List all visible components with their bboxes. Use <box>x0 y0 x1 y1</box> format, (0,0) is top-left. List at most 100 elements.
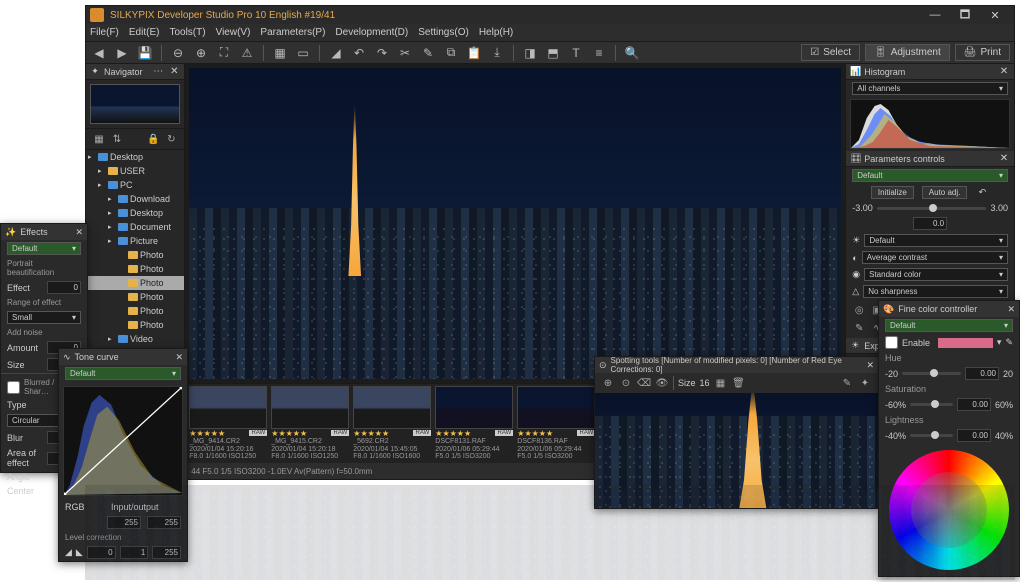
rotate-right-icon[interactable]: ↷ <box>373 45 391 61</box>
spot-move-icon[interactable]: ⊙ <box>619 376 633 390</box>
clip-icon[interactable]: ⬒ <box>544 45 562 61</box>
spotting-preview[interactable] <box>595 393 878 508</box>
spot-copy-icon[interactable]: ⊕ <box>601 376 615 390</box>
thumbnail[interactable]: ★★★★★RAW_5692.CR22020/01/04 15:45:05F8.0… <box>353 386 431 461</box>
sharp-dropdown[interactable]: No sharpness▾ <box>863 285 1008 298</box>
tree-item[interactable]: ▸PC <box>86 178 184 192</box>
paste-icon[interactable]: 📋 <box>465 45 483 61</box>
color-dropdown[interactable]: Standard color▾ <box>864 268 1008 281</box>
hue-slider[interactable] <box>902 372 961 375</box>
thumbnail[interactable]: ★★★★★RAWDSCF8136.RAF2020/01/06 05:29:44F… <box>517 386 595 461</box>
tree-item[interactable]: Photo <box>86 304 184 318</box>
spot-erase-icon[interactable]: ⌫ <box>637 376 651 390</box>
menu-view[interactable]: View(V) <box>216 27 251 38</box>
panel-close-icon[interactable]: ✕ <box>998 66 1010 77</box>
text-icon[interactable]: T <box>567 45 585 61</box>
refresh-icon[interactable]: ↻ <box>164 132 178 146</box>
zoom-out-icon[interactable]: ⊖ <box>169 45 187 61</box>
tree-item[interactable]: ▸USER <box>86 164 184 178</box>
tree-item[interactable]: Photo <box>86 248 184 262</box>
maximize-button[interactable]: 🗖 <box>950 6 980 25</box>
tree-item[interactable]: ▸Download <box>86 192 184 206</box>
search-icon[interactable]: 🔍 <box>623 45 641 61</box>
thumb-size-icon[interactable]: ▦ <box>92 132 106 146</box>
range-dropdown[interactable]: Small▾ <box>7 311 81 324</box>
exposure-slider[interactable] <box>877 207 987 210</box>
thumbnail[interactable]: ★★★★★RAWDSCF8131.RAF2020/01/06 05:29:44F… <box>435 386 513 461</box>
blur-checkbox[interactable] <box>7 381 20 394</box>
close-button[interactable]: ✕ <box>980 9 1010 22</box>
compare-icon[interactable]: ◨ <box>521 45 539 61</box>
panel-close-icon[interactable]: ✕ <box>168 66 180 77</box>
chevron-down-icon[interactable]: ▾ <box>997 337 1002 348</box>
thumbnail[interactable]: ★★★★★RAW_MG_9415.CR22020/01/04 15:20:18F… <box>271 386 349 461</box>
histogram-icon[interactable]: ◢ <box>327 45 345 61</box>
tree-item[interactable]: ▸Desktop <box>86 150 184 164</box>
sat-slider[interactable] <box>910 403 953 406</box>
tree-item[interactable]: Photo <box>86 318 184 332</box>
tree-item[interactable]: ▸Video <box>86 332 184 346</box>
effects-preset[interactable]: Default▾ <box>7 242 81 255</box>
rotate-left-icon[interactable]: ↶ <box>350 45 368 61</box>
initialize-button[interactable]: Initialize <box>871 186 914 199</box>
exposure-value[interactable]: 0.0 <box>913 217 947 230</box>
warning-icon[interactable]: ⚠ <box>238 45 256 61</box>
panel-close-icon[interactable]: ✕ <box>998 153 1010 164</box>
tree-item[interactable]: Photo <box>86 276 184 290</box>
fc-enable-checkbox[interactable] <box>885 336 898 349</box>
nr-icon[interactable]: ◎ <box>852 303 866 317</box>
spot-brush-icon[interactable]: ✎ <box>840 376 854 390</box>
menu-tools[interactable]: Tools(T) <box>169 27 205 38</box>
thumbnail[interactable]: ★★★★★RAW_MG_9414.CR22020/01/04 15:20:16F… <box>189 386 267 461</box>
mode-select[interactable]: ☑Select <box>801 44 860 61</box>
level-picker-icon[interactable]: ◢ <box>65 547 72 558</box>
mode-adjustment[interactable]: 🎚Adjustment <box>865 44 950 61</box>
tree-item[interactable]: Photo <box>86 262 184 276</box>
contrast-dropdown[interactable]: Average contrast▾ <box>862 251 1008 264</box>
light-slider[interactable] <box>910 434 953 437</box>
sort-icon[interactable]: ⇅ <box>110 132 124 146</box>
menu-parameters[interactable]: Parameters(P) <box>260 27 325 38</box>
tool-icon[interactable]: ✎ <box>419 45 437 61</box>
spot-wand-icon[interactable]: ✦ <box>858 376 872 390</box>
preset-dropdown[interactable]: Default▾ <box>852 169 1008 182</box>
tc-preset[interactable]: Default▾ <box>65 367 181 380</box>
image-viewport[interactable] <box>189 68 841 379</box>
fc-color-swatch[interactable] <box>938 338 993 348</box>
copy-icon[interactable]: ⧉ <box>442 45 460 61</box>
brush-icon[interactable]: ✎ <box>852 321 866 335</box>
tree-item[interactable]: ▸Document <box>86 220 184 234</box>
lock-icon[interactable]: 🔒 <box>146 132 160 146</box>
export-icon[interactable]: ⤓ <box>488 45 506 61</box>
tree-item[interactable]: ▸Desktop <box>86 206 184 220</box>
spot-trash-icon[interactable]: 🗑 <box>732 376 746 390</box>
tonecurve-graph[interactable] <box>63 386 183 496</box>
menu-help[interactable]: Help(H) <box>479 27 513 38</box>
channel-dropdown[interactable]: All channels▾ <box>852 82 1008 95</box>
menu-edit[interactable]: Edit(E) <box>129 27 160 38</box>
menu-settings[interactable]: Settings(O) <box>418 27 469 38</box>
color-wheel[interactable] <box>889 450 1009 570</box>
minimize-button[interactable]: — <box>920 9 950 21</box>
spot-grid-icon[interactable]: ▦ <box>714 376 728 390</box>
crop-icon[interactable]: ✂ <box>396 45 414 61</box>
level-picker2-icon[interactable]: ◣ <box>76 547 83 558</box>
layout-icon[interactable]: ▭ <box>294 45 312 61</box>
menu-file[interactable]: File(F) <box>90 27 119 38</box>
navigator-thumbnail[interactable] <box>90 84 180 124</box>
spot-redeye-icon[interactable]: 👁 <box>655 376 669 390</box>
zoom-in-icon[interactable]: ⊕ <box>192 45 210 61</box>
undo-icon[interactable]: ↶ <box>975 187 989 198</box>
fc-preset[interactable]: Default▾ <box>885 319 1013 332</box>
eyedropper-icon[interactable]: ✎ <box>1005 337 1013 348</box>
tree-item[interactable]: ▸Picture <box>86 234 184 248</box>
mode-print[interactable]: 🖨Print <box>955 44 1010 61</box>
back-icon[interactable]: ◀ <box>90 45 108 61</box>
align-icon[interactable]: ≡ <box>590 45 608 61</box>
menu-development[interactable]: Development(D) <box>335 27 408 38</box>
zoom-fit-icon[interactable]: ⛶ <box>215 45 233 61</box>
grid-icon[interactable]: ▦ <box>271 45 289 61</box>
save-icon[interactable]: 💾 <box>136 45 154 61</box>
wb-dropdown[interactable]: Default▾ <box>864 234 1008 247</box>
tree-item[interactable]: Photo <box>86 290 184 304</box>
